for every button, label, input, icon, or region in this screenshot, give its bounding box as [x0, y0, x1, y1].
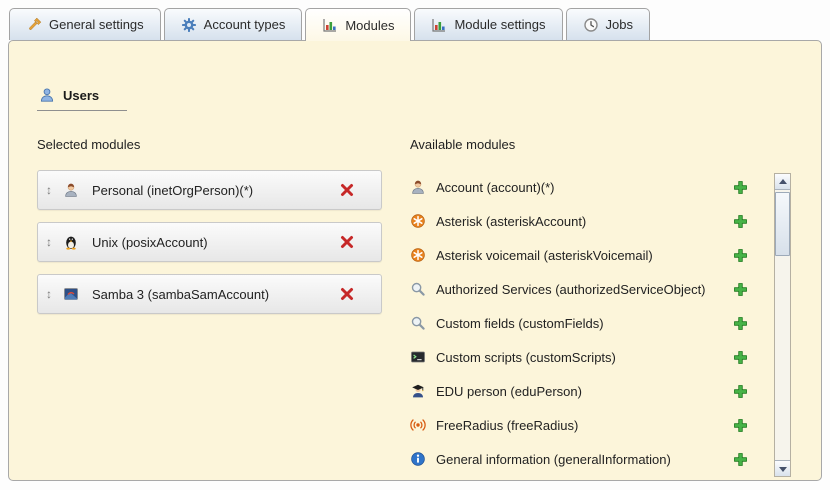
graduate-icon [410, 383, 426, 399]
add-module-button[interactable] [733, 248, 748, 263]
arrow-down-icon [779, 467, 787, 472]
modules-chart-icon [322, 17, 338, 33]
available-module-row: General information (generalInformation) [410, 442, 752, 476]
scroll-up-button[interactable] [775, 174, 790, 190]
available-modules-column: Available modules Account (account)(*) A… [410, 137, 807, 476]
gear-icon [181, 17, 197, 33]
remove-module-button[interactable] [339, 286, 368, 302]
green-plus-icon [733, 418, 748, 433]
add-module-button[interactable] [733, 452, 748, 467]
tab-label: General settings [49, 17, 144, 32]
module-settings-chart-icon [431, 17, 447, 33]
drag-handle-icon[interactable]: ↕ [46, 287, 52, 301]
green-plus-icon [733, 282, 748, 297]
tab-label: Module settings [454, 17, 545, 32]
terminal-icon [410, 349, 426, 365]
selected-module-row: ↕ Personal (inetOrgPerson)(*) [37, 170, 382, 210]
red-cross-icon [339, 182, 355, 198]
tab-general-settings[interactable]: General settings [9, 8, 161, 40]
available-module-row: FreeRadius (freeRadius) [410, 408, 752, 442]
tab-module-settings[interactable]: Module settings [414, 8, 562, 40]
drag-handle-icon[interactable]: ↕ [46, 183, 52, 197]
samba-icon [63, 286, 79, 302]
add-module-button[interactable] [733, 282, 748, 297]
available-module-row: Custom scripts (customScripts) [410, 340, 752, 374]
tux-penguin-icon [63, 234, 79, 250]
available-module-label: Asterisk (asteriskAccount) [436, 214, 586, 229]
available-module-label: Custom scripts (customScripts) [436, 350, 616, 365]
remove-module-button[interactable] [339, 234, 368, 250]
wrench-icon [26, 17, 42, 33]
green-plus-icon [733, 180, 748, 195]
green-plus-icon [733, 384, 748, 399]
available-module-row: Asterisk (asteriskAccount) [410, 204, 752, 238]
available-module-label: FreeRadius (freeRadius) [436, 418, 578, 433]
clock-icon [583, 17, 599, 33]
drag-handle-icon[interactable]: ↕ [46, 235, 52, 249]
modules-panel: Users Selected modules ↕ Personal (inetO… [8, 40, 822, 481]
green-plus-icon [733, 214, 748, 229]
red-cross-icon [339, 234, 355, 250]
green-plus-icon [733, 452, 748, 467]
info-icon [410, 451, 426, 467]
available-module-label: Account (account)(*) [436, 180, 555, 195]
tab-label: Jobs [606, 17, 633, 32]
account-type-section-title: Users [37, 87, 127, 111]
modules-columns: Selected modules ↕ Personal (inetOrgPers… [31, 137, 807, 476]
section-title-text: Users [63, 88, 99, 103]
red-cross-icon [339, 286, 355, 302]
scroll-down-button[interactable] [775, 460, 790, 476]
available-module-label: Asterisk voicemail (asteriskVoicemail) [436, 248, 653, 263]
add-module-button[interactable] [733, 384, 748, 399]
available-modules-heading: Available modules [410, 137, 807, 154]
available-module-label: EDU person (eduPerson) [436, 384, 582, 399]
selected-module-label: Samba 3 (sambaSamAccount) [92, 287, 269, 302]
tab-label: Modules [345, 18, 394, 33]
selected-module-label: Unix (posixAccount) [92, 235, 208, 250]
selected-module-label: Personal (inetOrgPerson)(*) [92, 183, 253, 198]
antenna-icon [410, 417, 426, 433]
tab-account-types[interactable]: Account types [164, 8, 303, 40]
selected-modules-heading: Selected modules [37, 137, 410, 154]
tab-modules[interactable]: Modules [305, 8, 411, 41]
available-module-row: Custom fields (customFields) [410, 306, 752, 340]
magnifier-icon [410, 315, 426, 331]
available-module-row: EDU person (eduPerson) [410, 374, 752, 408]
asterisk-icon [410, 247, 426, 263]
available-module-label: Custom fields (customFields) [436, 316, 604, 331]
tab-jobs[interactable]: Jobs [566, 8, 650, 40]
add-module-button[interactable] [733, 214, 748, 229]
available-module-row: Asterisk voicemail (asteriskVoicemail) [410, 238, 752, 272]
add-module-button[interactable] [733, 316, 748, 331]
magnifier-icon [410, 281, 426, 297]
add-module-button[interactable] [733, 350, 748, 365]
available-module-label: General information (generalInformation) [436, 452, 671, 467]
scrollbar-track[interactable] [774, 173, 791, 477]
green-plus-icon [733, 350, 748, 365]
selected-modules-column: Selected modules ↕ Personal (inetOrgPers… [37, 137, 410, 476]
person-icon [410, 179, 426, 195]
person-icon [63, 182, 79, 198]
green-plus-icon [733, 248, 748, 263]
available-module-row: Authorized Services (authorizedServiceOb… [410, 272, 752, 306]
green-plus-icon [733, 316, 748, 331]
user-icon [39, 87, 55, 103]
tab-label: Account types [204, 17, 286, 32]
arrow-up-icon [779, 179, 787, 184]
remove-module-button[interactable] [339, 182, 368, 198]
selected-module-row: ↕ Unix (posixAccount) [37, 222, 382, 262]
add-module-button[interactable] [733, 180, 748, 195]
add-module-button[interactable] [733, 418, 748, 433]
available-module-label: Authorized Services (authorizedServiceOb… [436, 282, 706, 297]
selected-module-row: ↕ Samba 3 (sambaSamAccount) [37, 274, 382, 314]
asterisk-icon [410, 213, 426, 229]
tab-bar: General settings Account types Modules M… [9, 8, 650, 41]
available-module-row: Account (account)(*) [410, 170, 752, 204]
scrollbar-thumb[interactable] [775, 192, 790, 256]
